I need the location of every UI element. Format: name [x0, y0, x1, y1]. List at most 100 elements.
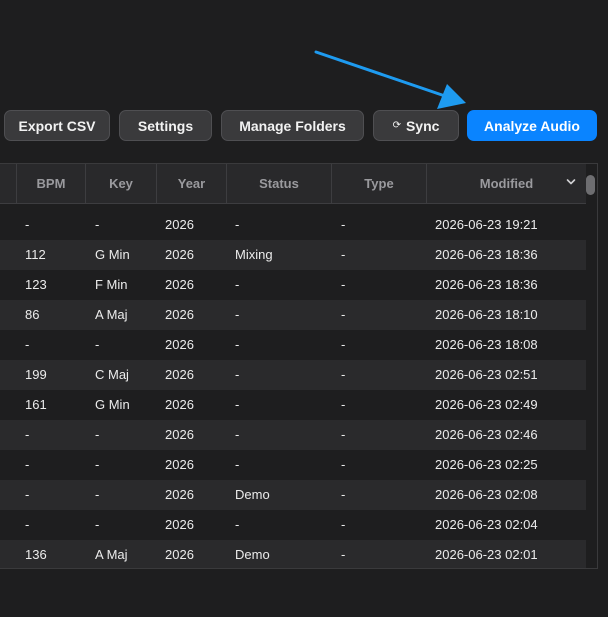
cell-key: -: [95, 217, 100, 232]
cell-modified: 2026-06-23 19:21: [435, 217, 538, 232]
cell-modified: 2026-06-23 02:49: [435, 397, 538, 412]
table-row[interactable]: 199 C Maj 2026 - - 2026-06-23 02:51: [0, 360, 586, 390]
cell-type: -: [341, 367, 346, 382]
column-header-modified[interactable]: Modified: [426, 164, 586, 203]
cell-year: 2026: [165, 247, 194, 262]
cell-modified: 2026-06-23 18:08: [435, 337, 538, 352]
cell-modified: 2026-06-23 02:51: [435, 367, 538, 382]
cell-bpm: 123: [25, 277, 47, 292]
cell-year: 2026: [165, 547, 194, 562]
cell-bpm: 161: [25, 397, 47, 412]
column-header-type[interactable]: Type: [331, 164, 426, 203]
cell-year: 2026: [165, 277, 194, 292]
cell-type: -: [341, 547, 346, 562]
cell-type: -: [341, 217, 346, 232]
cell-type: -: [341, 427, 346, 442]
cell-bpm: -: [25, 457, 30, 472]
table-row[interactable]: - - 2026 - - 2026-06-23 02:04: [0, 510, 586, 540]
cell-bpm: -: [25, 427, 30, 442]
cell-status: Mixing: [235, 247, 273, 262]
cell-year: 2026: [165, 487, 194, 502]
analyze-audio-label: Analyze Audio: [484, 117, 580, 134]
cell-key: A Maj: [95, 307, 128, 322]
cell-key: F Min: [95, 277, 128, 292]
cell-year: 2026: [165, 427, 194, 442]
cell-key: -: [95, 427, 100, 442]
cell-status: Demo: [235, 547, 270, 562]
column-header-label: Type: [364, 176, 394, 191]
cell-type: -: [341, 307, 346, 322]
column-header-bpm[interactable]: BPM: [16, 164, 85, 203]
table-row[interactable]: - - 2026 - - 2026-06-23 02:25: [0, 450, 586, 480]
app-window: Export CSV Settings Manage Folders ⟳ Syn…: [0, 0, 608, 617]
cell-key: -: [95, 337, 100, 352]
cell-type: -: [341, 487, 346, 502]
cell-bpm: -: [25, 337, 30, 352]
table-row[interactable]: - - 2026 - - 2026-06-23 18:08: [0, 330, 586, 360]
cell-modified: 2026-06-23 18:36: [435, 247, 538, 262]
table-row[interactable]: 86 A Maj 2026 - - 2026-06-23 18:10: [0, 300, 586, 330]
cell-bpm: 86: [25, 307, 40, 322]
tracks-table: BPM Key Year Status Type Modified - - 2026…: [0, 163, 598, 569]
cell-year: 2026: [165, 397, 194, 412]
chevron-down-icon[interactable]: [566, 177, 576, 187]
cell-key: -: [95, 487, 100, 502]
cell-status: Demo: [235, 487, 270, 502]
scrollbar-thumb[interactable]: [586, 175, 595, 195]
column-header-label: Modified: [479, 176, 534, 191]
cell-status: -: [235, 367, 240, 382]
manage-folders-label: Manage Folders: [239, 117, 346, 134]
settings-label: Settings: [137, 117, 194, 134]
cell-type: -: [341, 457, 346, 472]
column-header-key[interactable]: Key: [85, 164, 156, 203]
cell-type: -: [341, 517, 346, 532]
table-row[interactable]: 136 A Maj 2026 Demo - 2026-06-23 02:01: [0, 540, 586, 568]
export-csv-label: Export CSV: [18, 117, 96, 134]
cell-status: -: [235, 217, 240, 232]
table-row[interactable]: 161 G Min 2026 - - 2026-06-23 02:49: [0, 390, 586, 420]
cell-status: -: [235, 427, 240, 442]
cell-bpm: -: [25, 217, 30, 232]
sync-button[interactable]: ⟳ Sync: [373, 110, 459, 141]
export-csv-button[interactable]: Export CSV: [4, 110, 110, 141]
table-row[interactable]: 123 F Min 2026 - - 2026-06-23 18:36: [0, 270, 586, 300]
cell-status: -: [235, 307, 240, 322]
cell-modified: 2026-06-23 02:46: [435, 427, 538, 442]
cell-status: -: [235, 397, 240, 412]
column-header-year[interactable]: Year: [156, 164, 226, 203]
table-header: BPM Key Year Status Type Modified: [0, 164, 586, 204]
cell-bpm: -: [25, 517, 30, 532]
cell-bpm: 136: [25, 547, 47, 562]
analyze-audio-button[interactable]: Analyze Audio: [467, 110, 597, 141]
column-header-truncated[interactable]: [0, 164, 16, 203]
cell-type: -: [341, 277, 346, 292]
cell-year: 2026: [165, 457, 194, 472]
cell-key: -: [95, 457, 100, 472]
column-header-label: BPM: [36, 176, 66, 191]
sync-label: Sync: [405, 117, 440, 134]
cell-key: C Maj: [95, 367, 129, 382]
table-row[interactable]: - - 2026 - - 2026-06-23 19:21: [0, 210, 586, 240]
column-header-label: Status: [259, 176, 299, 191]
cell-bpm: 112: [25, 247, 46, 262]
table-row[interactable]: 112 G Min 2026 Mixing - 2026-06-23 18:36: [0, 240, 586, 270]
cell-bpm: -: [25, 487, 30, 502]
cell-key: -: [95, 517, 100, 532]
cell-year: 2026: [165, 517, 194, 532]
table-row[interactable]: - - 2026 - - 2026-06-23 02:46: [0, 420, 586, 450]
cell-modified: 2026-06-23 02:01: [435, 547, 538, 562]
cell-type: -: [341, 247, 346, 262]
settings-button[interactable]: Settings: [119, 110, 212, 141]
cell-year: 2026: [165, 337, 194, 352]
cell-type: -: [341, 397, 346, 412]
table-row[interactable]: - - 2026 Demo - 2026-06-23 02:08: [0, 480, 586, 510]
table-scrollbar[interactable]: [586, 174, 595, 560]
cell-type: -: [341, 337, 346, 352]
cell-modified: 2026-06-23 02:08: [435, 487, 538, 502]
cell-modified: 2026-06-23 02:25: [435, 457, 538, 472]
cell-key: A Maj: [95, 547, 128, 562]
column-header-status[interactable]: Status: [226, 164, 331, 203]
manage-folders-button[interactable]: Manage Folders: [221, 110, 364, 141]
cell-status: -: [235, 457, 240, 472]
toolbar: Export CSV Settings Manage Folders ⟳ Syn…: [0, 110, 608, 141]
